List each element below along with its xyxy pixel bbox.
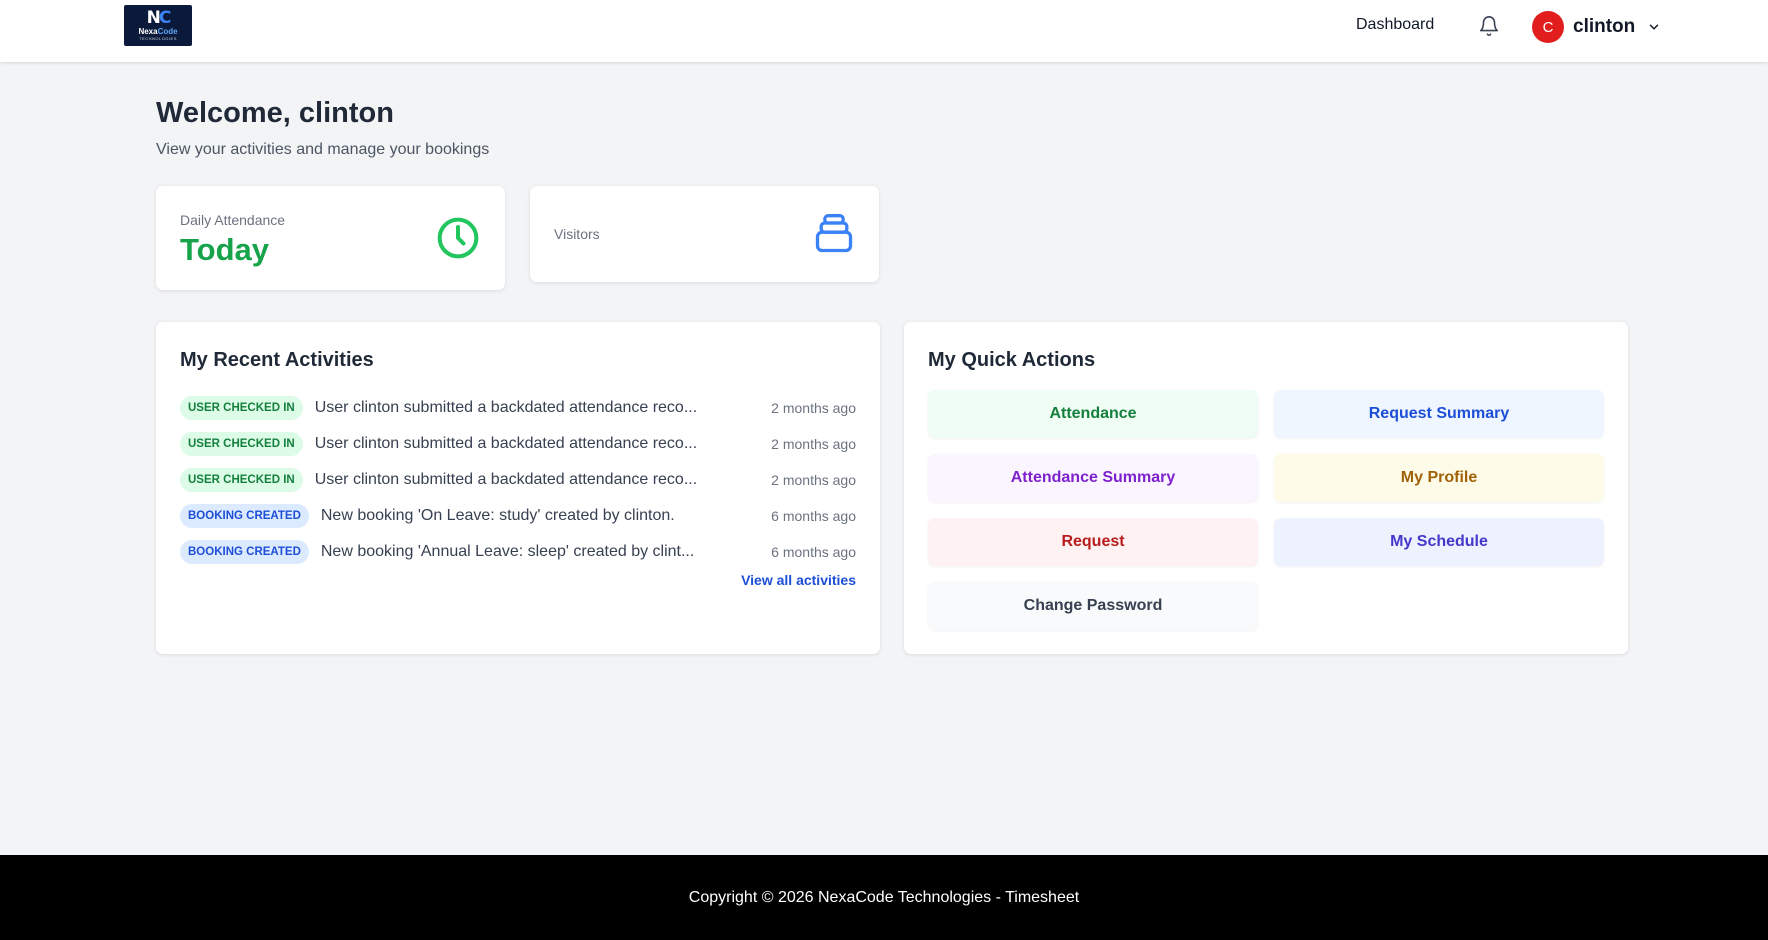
status-badge: USER CHECKED IN	[180, 396, 303, 420]
list-item[interactable]: BOOKING CREATED New booking 'On Leave: s…	[180, 498, 856, 534]
top-navbar: NC NexaCode TECHNOLOGIES Dashboard C cli…	[0, 0, 1768, 62]
activity-text: User clinton submitted a backdated atten…	[314, 471, 698, 488]
activity-text: User clinton submitted a backdated atten…	[314, 435, 698, 452]
stat-value: Today	[180, 232, 269, 267]
quick-actions-panel: My Quick Actions Attendance Request Summ…	[904, 322, 1628, 654]
user-menu[interactable]: C clinton	[1532, 11, 1661, 43]
logo-tagline: TECHNOLOGIES	[139, 36, 177, 41]
activity-time: 2 months ago	[771, 436, 856, 452]
nav-dashboard-link[interactable]: Dashboard	[1356, 16, 1434, 38]
avatar: C	[1532, 11, 1564, 43]
stat-label: Daily Attendance	[180, 212, 286, 228]
list-item[interactable]: USER CHECKED IN User clinton submitted a…	[180, 426, 856, 462]
logo-name: NexaCode	[138, 27, 178, 36]
my-schedule-button[interactable]: My Schedule	[1274, 518, 1604, 566]
activity-list: USER CHECKED IN User clinton submitted a…	[180, 390, 856, 570]
page-subtitle: View your activities and manage your boo…	[156, 141, 490, 158]
list-item[interactable]: USER CHECKED IN User clinton submitted a…	[180, 390, 856, 426]
status-badge: BOOKING CREATED	[180, 540, 309, 564]
logo-mark: NC	[146, 8, 172, 28]
copyright-text: Copyright © 2026 NexaCode Technologies -…	[688, 888, 1080, 906]
chevron-down-icon	[1647, 20, 1661, 34]
activity-time: 6 months ago	[771, 544, 856, 560]
activity-text: User clinton submitted a backdated atten…	[314, 399, 698, 416]
company-logo[interactable]: NC NexaCode TECHNOLOGIES	[124, 5, 192, 46]
bell-icon[interactable]	[1478, 14, 1500, 38]
user-name: clinton	[1573, 16, 1636, 37]
activity-text: New booking 'On Leave: study' created by…	[320, 507, 675, 524]
activity-text: New booking 'Annual Leave: sleep' create…	[320, 543, 695, 560]
change-password-button[interactable]: Change Password	[928, 582, 1258, 630]
list-item[interactable]: USER CHECKED IN User clinton submitted a…	[180, 462, 856, 498]
attendance-summary-button[interactable]: Attendance Summary	[928, 454, 1258, 502]
view-all-activities-link[interactable]: View all activities	[741, 572, 856, 588]
visitors-card[interactable]: Visitors	[530, 186, 879, 282]
inbox-stack-icon	[812, 212, 856, 256]
status-badge: USER CHECKED IN	[180, 468, 303, 492]
status-badge: USER CHECKED IN	[180, 432, 303, 456]
request-summary-button[interactable]: Request Summary	[1274, 390, 1604, 438]
page-title: Welcome, clinton	[156, 97, 394, 129]
attendance-button[interactable]: Attendance	[928, 390, 1258, 438]
activity-time: 6 months ago	[771, 508, 856, 524]
panel-title: My Recent Activities	[180, 349, 374, 371]
status-badge: BOOKING CREATED	[180, 504, 309, 528]
request-button[interactable]: Request	[928, 518, 1258, 566]
my-profile-button[interactable]: My Profile	[1274, 454, 1604, 502]
stat-label: Visitors	[554, 226, 600, 242]
panel-title: My Quick Actions	[928, 349, 1096, 371]
activity-time: 2 months ago	[771, 400, 856, 416]
daily-attendance-card[interactable]: Daily Attendance Today	[156, 186, 505, 290]
list-item[interactable]: BOOKING CREATED New booking 'Annual Leav…	[180, 534, 856, 570]
clock-icon	[436, 216, 480, 260]
page-footer: Copyright © 2026 NexaCode Technologies -…	[0, 855, 1768, 940]
activity-time: 2 months ago	[771, 472, 856, 488]
recent-activities-panel: My Recent Activities USER CHECKED IN Use…	[156, 322, 880, 654]
